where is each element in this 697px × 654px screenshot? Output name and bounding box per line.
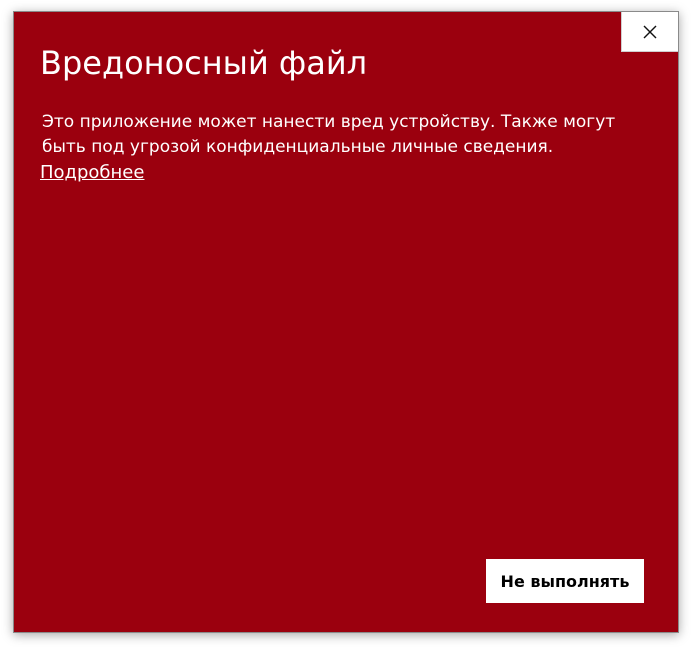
more-info-link[interactable]: Подробнее	[40, 160, 144, 185]
dialog-title: Вредоносный файл	[40, 44, 368, 82]
smartscreen-dialog: Вредоносный файл Это приложение может на…	[13, 11, 679, 633]
dont-run-button[interactable]: Не выполнять	[486, 559, 644, 603]
close-button[interactable]	[621, 12, 678, 52]
close-icon	[643, 25, 657, 38]
warning-message: Это приложение может нанести вред устрой…	[42, 112, 616, 157]
